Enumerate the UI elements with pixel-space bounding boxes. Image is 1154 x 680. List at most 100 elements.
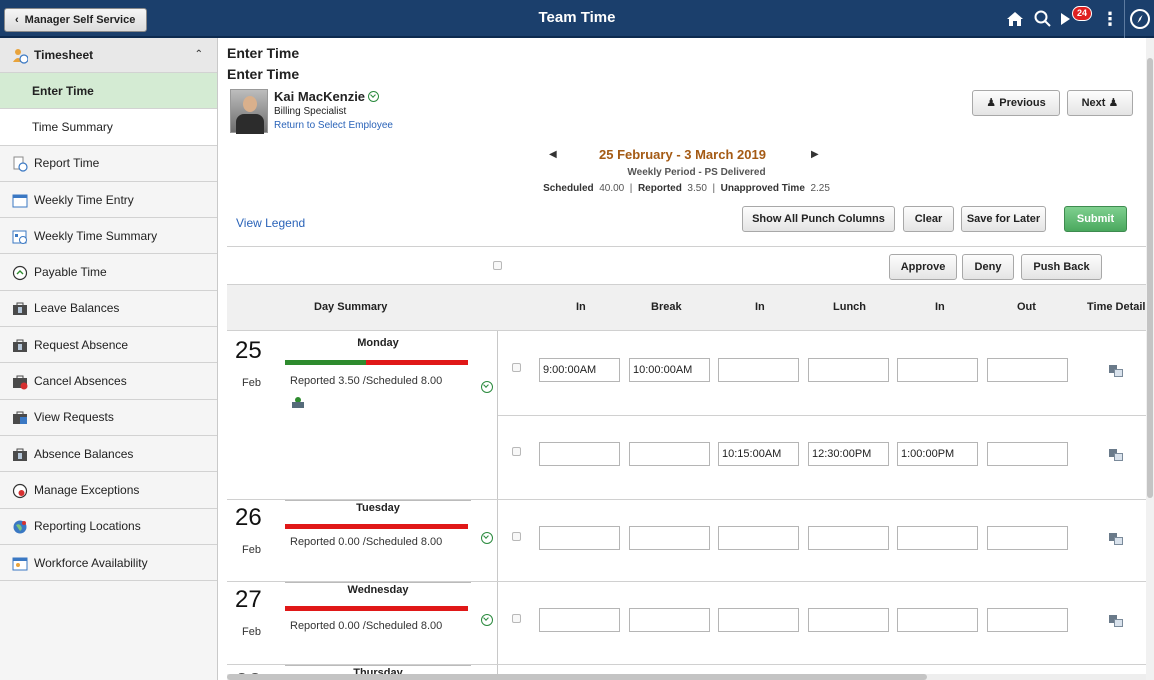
row-checkbox[interactable] [512, 614, 521, 623]
previous-period-arrow-icon[interactable]: ◀ [549, 149, 557, 160]
in1-input[interactable] [539, 358, 620, 382]
period-title: 25 February - 3 March 2019 [599, 147, 766, 162]
page-subtitle: Enter Time [227, 66, 300, 82]
view-legend-link[interactable]: View Legend [236, 216, 305, 230]
in1-input[interactable] [539, 526, 620, 550]
sidebar-item-manage-exceptions[interactable]: Manage Exceptions [0, 472, 217, 509]
time-details-icon[interactable] [1109, 365, 1123, 377]
day-month: Feb [242, 544, 261, 556]
sidebar-item-report-time[interactable]: Report Time [0, 146, 217, 182]
row-checkbox[interactable] [512, 447, 521, 456]
return-to-select-employee-link[interactable]: Return to Select Employee [274, 120, 393, 131]
sidebar-item-enter-time[interactable]: Enter Time [0, 73, 217, 110]
calendar-summary-icon [12, 229, 28, 244]
day-progress-bar [285, 524, 468, 529]
previous-button[interactable]: ♟ Previous [972, 90, 1060, 116]
out-input[interactable] [987, 442, 1068, 466]
grid-header: Day Summary In Break In Lunch In Out Tim… [227, 285, 1154, 331]
in2-input[interactable] [718, 526, 799, 550]
sidebar-item-absence-balances[interactable]: Absence Balances [0, 436, 217, 473]
in3-input[interactable] [897, 358, 978, 382]
sidebar-item-workforce-availability[interactable]: Workforce Availability [0, 545, 217, 582]
briefcase-cancel-icon [12, 374, 28, 390]
in2-input[interactable] [718, 358, 799, 382]
break-input[interactable] [629, 608, 710, 632]
vertical-scrollbar[interactable] [1146, 38, 1154, 680]
sidebar-section-timesheet[interactable]: Timesheet ⌃ [0, 38, 217, 73]
day-related-actions-icon[interactable] [481, 614, 493, 626]
in1-input[interactable] [539, 608, 620, 632]
lunch-input[interactable] [808, 358, 889, 382]
in2-input[interactable] [718, 608, 799, 632]
navbar-compass-icon[interactable] [1130, 9, 1150, 29]
sidebar-item-reporting-locations[interactable]: Reporting Locations [0, 509, 217, 545]
sidebar-item-weekly-time-summary[interactable]: Weekly Time Summary [0, 218, 217, 255]
horizontal-scrollbar[interactable] [227, 674, 1154, 680]
calendar-grid-icon [12, 193, 28, 208]
save-for-later-button[interactable]: Save for Later [961, 206, 1046, 232]
next-button[interactable]: Next ♟ [1067, 90, 1133, 116]
lunch-input[interactable] [808, 608, 889, 632]
break-input[interactable] [629, 358, 710, 382]
day-related-actions-icon[interactable] [481, 532, 493, 544]
day-summary-cell: 25 Feb Monday Reported 3.50 /Scheduled 8… [227, 331, 498, 499]
chevron-up-icon[interactable]: ⌃ [195, 49, 203, 60]
next-period-arrow-icon[interactable]: ▶ [811, 149, 819, 160]
in3-input[interactable] [897, 526, 978, 550]
push-back-button[interactable]: Push Back [1021, 254, 1102, 280]
break-input[interactable] [629, 526, 710, 550]
top-banner: ‹ Manager Self Service Team Time 24 ⋮ [0, 0, 1154, 38]
deny-button[interactable]: Deny [962, 254, 1014, 280]
time-details-icon[interactable] [1109, 615, 1123, 627]
lunch-input[interactable] [808, 442, 889, 466]
in1-input[interactable] [539, 442, 620, 466]
home-icon[interactable] [1002, 0, 1028, 38]
sidebar-item-view-requests[interactable]: View Requests [0, 400, 217, 436]
sidebar-item-cancel-absences[interactable]: Cancel Absences [0, 363, 217, 400]
previous-label: Previous [999, 97, 1046, 109]
sidebar-item-label: Time Summary [32, 119, 113, 134]
sidebar-item-time-summary[interactable]: Time Summary [0, 109, 217, 146]
time-details-icon[interactable] [1109, 449, 1123, 461]
sidebar-item-label: Payable Time [34, 265, 107, 280]
reported-label: Reported [637, 183, 682, 194]
more-actions-icon[interactable]: ⋮ [1101, 0, 1119, 38]
break-input[interactable] [629, 442, 710, 466]
lunch-input[interactable] [808, 526, 889, 550]
sidebar-item-payable-time[interactable]: Payable Time [0, 254, 217, 291]
day-number: 26 [235, 504, 262, 531]
col-out: Out [1017, 301, 1036, 313]
approve-button[interactable]: Approve [889, 254, 957, 280]
day-reported-text: Reported 3.50 /Scheduled 8.00 [290, 375, 443, 387]
out-input[interactable] [987, 358, 1068, 382]
sidebar-item-label: Report Time [34, 156, 100, 171]
time-details-icon[interactable] [1109, 533, 1123, 545]
in2-input[interactable] [718, 442, 799, 466]
row-checkbox[interactable] [512, 363, 521, 372]
notifications-icon[interactable]: 24 [1058, 0, 1094, 38]
day-name: Wednesday [347, 584, 409, 596]
day-summary-cell: 26 Feb Tuesday Reported 0.00 /Scheduled … [227, 500, 498, 581]
sidebar-item-leave-balances[interactable]: Leave Balances [0, 291, 217, 328]
show-all-punch-columns-button[interactable]: Show All Punch Columns [742, 206, 895, 232]
sidebar-item-label: View Requests [34, 410, 114, 425]
period-stats: Scheduled 40.00 | Reported 3.50 | Unappr… [543, 183, 830, 194]
select-all-checkbox[interactable] [493, 261, 502, 270]
clock-doc-icon [12, 156, 28, 172]
submit-button[interactable]: Submit [1064, 206, 1127, 232]
sidebar-item-request-absence[interactable]: Request Absence [0, 327, 217, 364]
clear-button[interactable]: Clear [903, 206, 954, 232]
out-input[interactable] [987, 608, 1068, 632]
sidebar-item-label: Leave Balances [34, 301, 120, 316]
in3-input[interactable] [897, 442, 978, 466]
briefcase-view-icon [12, 410, 28, 425]
day-related-actions-icon[interactable] [481, 381, 493, 393]
search-icon[interactable] [1030, 0, 1056, 38]
sidebar-item-weekly-time-entry[interactable]: Weekly Time Entry [0, 182, 217, 219]
banner-title: Team Time [538, 9, 616, 26]
employee-related-actions-icon[interactable] [368, 91, 380, 102]
out-input[interactable] [987, 526, 1068, 550]
in3-input[interactable] [897, 608, 978, 632]
page-title: Enter Time [227, 45, 300, 61]
row-checkbox[interactable] [512, 532, 521, 541]
